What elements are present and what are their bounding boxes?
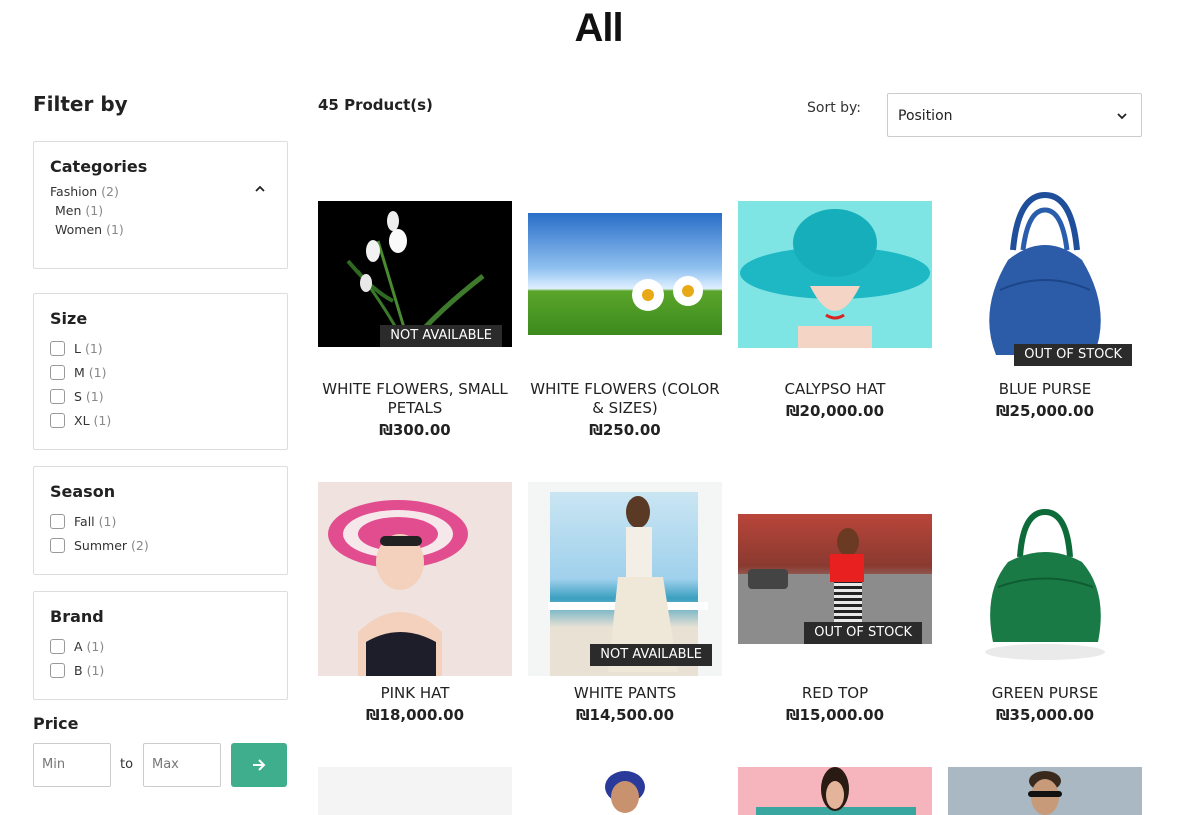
product-image[interactable]	[528, 767, 722, 815]
chevron-up-icon[interactable]	[255, 184, 265, 194]
product-name[interactable]: PINK HAT	[318, 684, 512, 703]
size-filter: Size L (1) M (1) S (1) XL (1)	[33, 293, 288, 450]
product-image[interactable]: OUT OF STOCK	[948, 190, 1142, 366]
category-men[interactable]: Men (1)	[50, 203, 271, 222]
price-min-input[interactable]: Min	[33, 743, 111, 787]
product-price: ₪35,000.00	[995, 706, 1095, 724]
product-image[interactable]	[948, 482, 1142, 676]
product-card[interactable]: NOT AVAILABLE WHITE PANTS ₪14,500.00	[528, 482, 722, 727]
product-image[interactable]	[528, 213, 722, 335]
product-card[interactable]: OUT OF STOCK BLUE PURSE ₪25,000.00	[948, 190, 1142, 445]
brand-option-a[interactable]: A (1)	[50, 634, 271, 658]
product-card[interactable]: PINK HAT ₪18,000.00	[318, 482, 512, 727]
product-card[interactable]: CALYPSO HAT ₪20,000.00	[738, 200, 932, 445]
sort-value: Position	[898, 108, 953, 124]
product-image[interactable]	[318, 767, 512, 815]
product-price: ₪25,000.00	[995, 402, 1095, 420]
filter-heading: Filter by	[33, 92, 128, 116]
checkbox[interactable]	[50, 638, 65, 654]
product-name[interactable]: BLUE PURSE	[948, 380, 1142, 399]
checkbox[interactable]	[50, 662, 65, 678]
price-separator: to	[120, 757, 134, 772]
checkbox[interactable]	[50, 388, 65, 404]
product-image[interactable]: NOT AVAILABLE	[318, 201, 512, 347]
brand-option-b[interactable]: B (1)	[50, 658, 271, 682]
checkbox[interactable]	[50, 340, 65, 356]
size-title: Size	[50, 309, 88, 328]
checkbox[interactable]	[50, 537, 65, 553]
product-badge: NOT AVAILABLE	[380, 325, 502, 347]
product-name[interactable]: WHITE FLOWERS, SMALL PETALS	[318, 380, 512, 418]
season-title: Season	[50, 482, 116, 501]
product-badge: OUT OF STOCK	[1014, 344, 1132, 366]
sort-label: Sort by:	[807, 100, 862, 116]
sort-select[interactable]: Position	[887, 93, 1142, 137]
price-range: Min to Max	[33, 743, 288, 787]
price-apply-button[interactable]	[231, 743, 287, 787]
product-count: 45 Product(s)	[318, 96, 433, 114]
product-price: ₪250.00	[589, 421, 661, 439]
arrow-right-icon	[253, 759, 266, 771]
product-image[interactable]	[318, 482, 512, 676]
categories-filter: Categories Fashion (2) Men (1) Women (1)	[33, 141, 288, 269]
product-price: ₪15,000.00	[785, 706, 885, 724]
season-filter: Season Fall (1) Summer (2)	[33, 466, 288, 575]
product-card[interactable]: OUT OF STOCK RED TOP ₪15,000.00	[738, 482, 932, 727]
size-option-xl[interactable]: XL (1)	[50, 408, 271, 432]
size-option-l[interactable]: L (1)	[50, 336, 271, 360]
product-name[interactable]: WHITE PANTS	[528, 684, 722, 703]
season-option-summer[interactable]: Summer (2)	[50, 533, 271, 557]
product-image[interactable]	[738, 201, 932, 348]
checkbox[interactable]	[50, 513, 65, 529]
price-max-input[interactable]: Max	[143, 743, 221, 787]
brand-filter: Brand A (1) B (1)	[33, 591, 288, 700]
product-price: ₪300.00	[379, 421, 451, 439]
season-option-fall[interactable]: Fall (1)	[50, 509, 271, 533]
page-title: All	[574, 6, 623, 50]
product-image[interactable]	[738, 767, 932, 815]
size-option-m[interactable]: M (1)	[50, 360, 271, 384]
product-image[interactable]	[948, 767, 1142, 815]
product-name[interactable]: RED TOP	[738, 684, 932, 703]
categories-title: Categories	[50, 157, 148, 176]
checkbox[interactable]	[50, 412, 65, 428]
filter-sidebar: Filter by Categories Fashion (2) Men (1)…	[33, 92, 288, 787]
product-name[interactable]: GREEN PURSE	[948, 684, 1142, 703]
product-price: ₪20,000.00	[785, 402, 885, 420]
price-label: Price	[33, 714, 79, 733]
category-women[interactable]: Women (1)	[50, 222, 271, 241]
product-badge: OUT OF STOCK	[804, 622, 922, 644]
product-badge: NOT AVAILABLE	[590, 644, 712, 666]
product-image[interactable]: OUT OF STOCK	[738, 514, 932, 644]
category-fashion[interactable]: Fashion (2)	[50, 184, 271, 203]
product-price: ₪14,500.00	[575, 706, 675, 724]
product-name[interactable]: CALYPSO HAT	[738, 380, 932, 399]
checkbox[interactable]	[50, 364, 65, 380]
product-card[interactable]: NOT AVAILABLE WHITE FLOWERS, SMALL PETAL…	[318, 200, 512, 445]
product-card[interactable]: GREEN PURSE ₪35,000.00	[948, 482, 1142, 727]
product-price: ₪18,000.00	[365, 706, 465, 724]
chevron-down-icon	[1117, 113, 1127, 120]
size-option-s[interactable]: S (1)	[50, 384, 271, 408]
product-card[interactable]: WHITE FLOWERS (COLOR & SIZES) ₪250.00	[528, 200, 722, 445]
product-image[interactable]: NOT AVAILABLE	[528, 482, 722, 676]
brand-title: Brand	[50, 607, 104, 626]
product-name[interactable]: WHITE FLOWERS (COLOR & SIZES)	[528, 380, 722, 418]
